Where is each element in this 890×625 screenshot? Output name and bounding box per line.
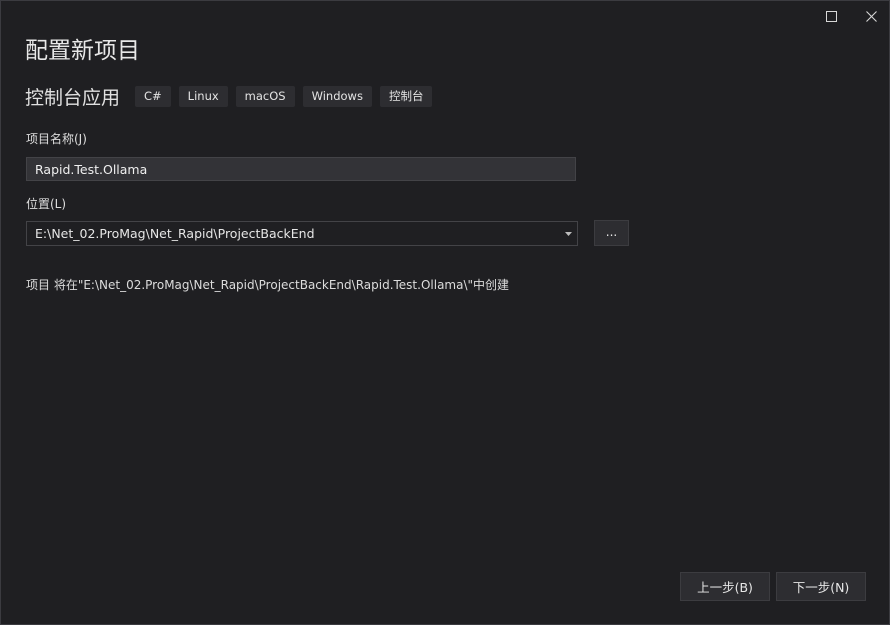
close-button[interactable]	[857, 5, 885, 27]
configure-project-window: 配置新项目 控制台应用 C# Linux macOS Windows 控制台 项…	[0, 0, 890, 625]
close-icon	[865, 10, 877, 22]
location-value: E:\Net_02.ProMag\Net_Rapid\ProjectBackEn…	[35, 226, 315, 241]
template-tags: C# Linux macOS Windows 控制台	[135, 86, 433, 107]
template-name: 控制台应用	[25, 87, 121, 109]
maximize-icon	[825, 10, 837, 22]
project-path-info: 项目 将在"E:\Net_02.ProMag\Net_Rapid\Project…	[26, 278, 510, 292]
tag-console: 控制台	[379, 86, 433, 107]
browse-button[interactable]: ...	[594, 220, 629, 246]
project-name-label: 项目名称(J)	[26, 132, 87, 146]
page-title: 配置新项目	[25, 38, 140, 64]
back-button[interactable]: 上一步(B)	[680, 572, 770, 601]
tag-linux: Linux	[178, 86, 228, 107]
maximize-button[interactable]	[817, 5, 845, 27]
tag-windows: Windows	[302, 86, 372, 107]
project-name-input[interactable]	[26, 157, 576, 181]
dropdown-arrow-icon[interactable]	[559, 231, 577, 236]
location-dropdown[interactable]: E:\Net_02.ProMag\Net_Rapid\ProjectBackEn…	[26, 221, 578, 246]
tag-macos: macOS	[235, 86, 295, 107]
tag-csharp: C#	[135, 86, 171, 107]
next-button[interactable]: 下一步(N)	[776, 572, 866, 601]
location-label: 位置(L)	[26, 197, 67, 211]
